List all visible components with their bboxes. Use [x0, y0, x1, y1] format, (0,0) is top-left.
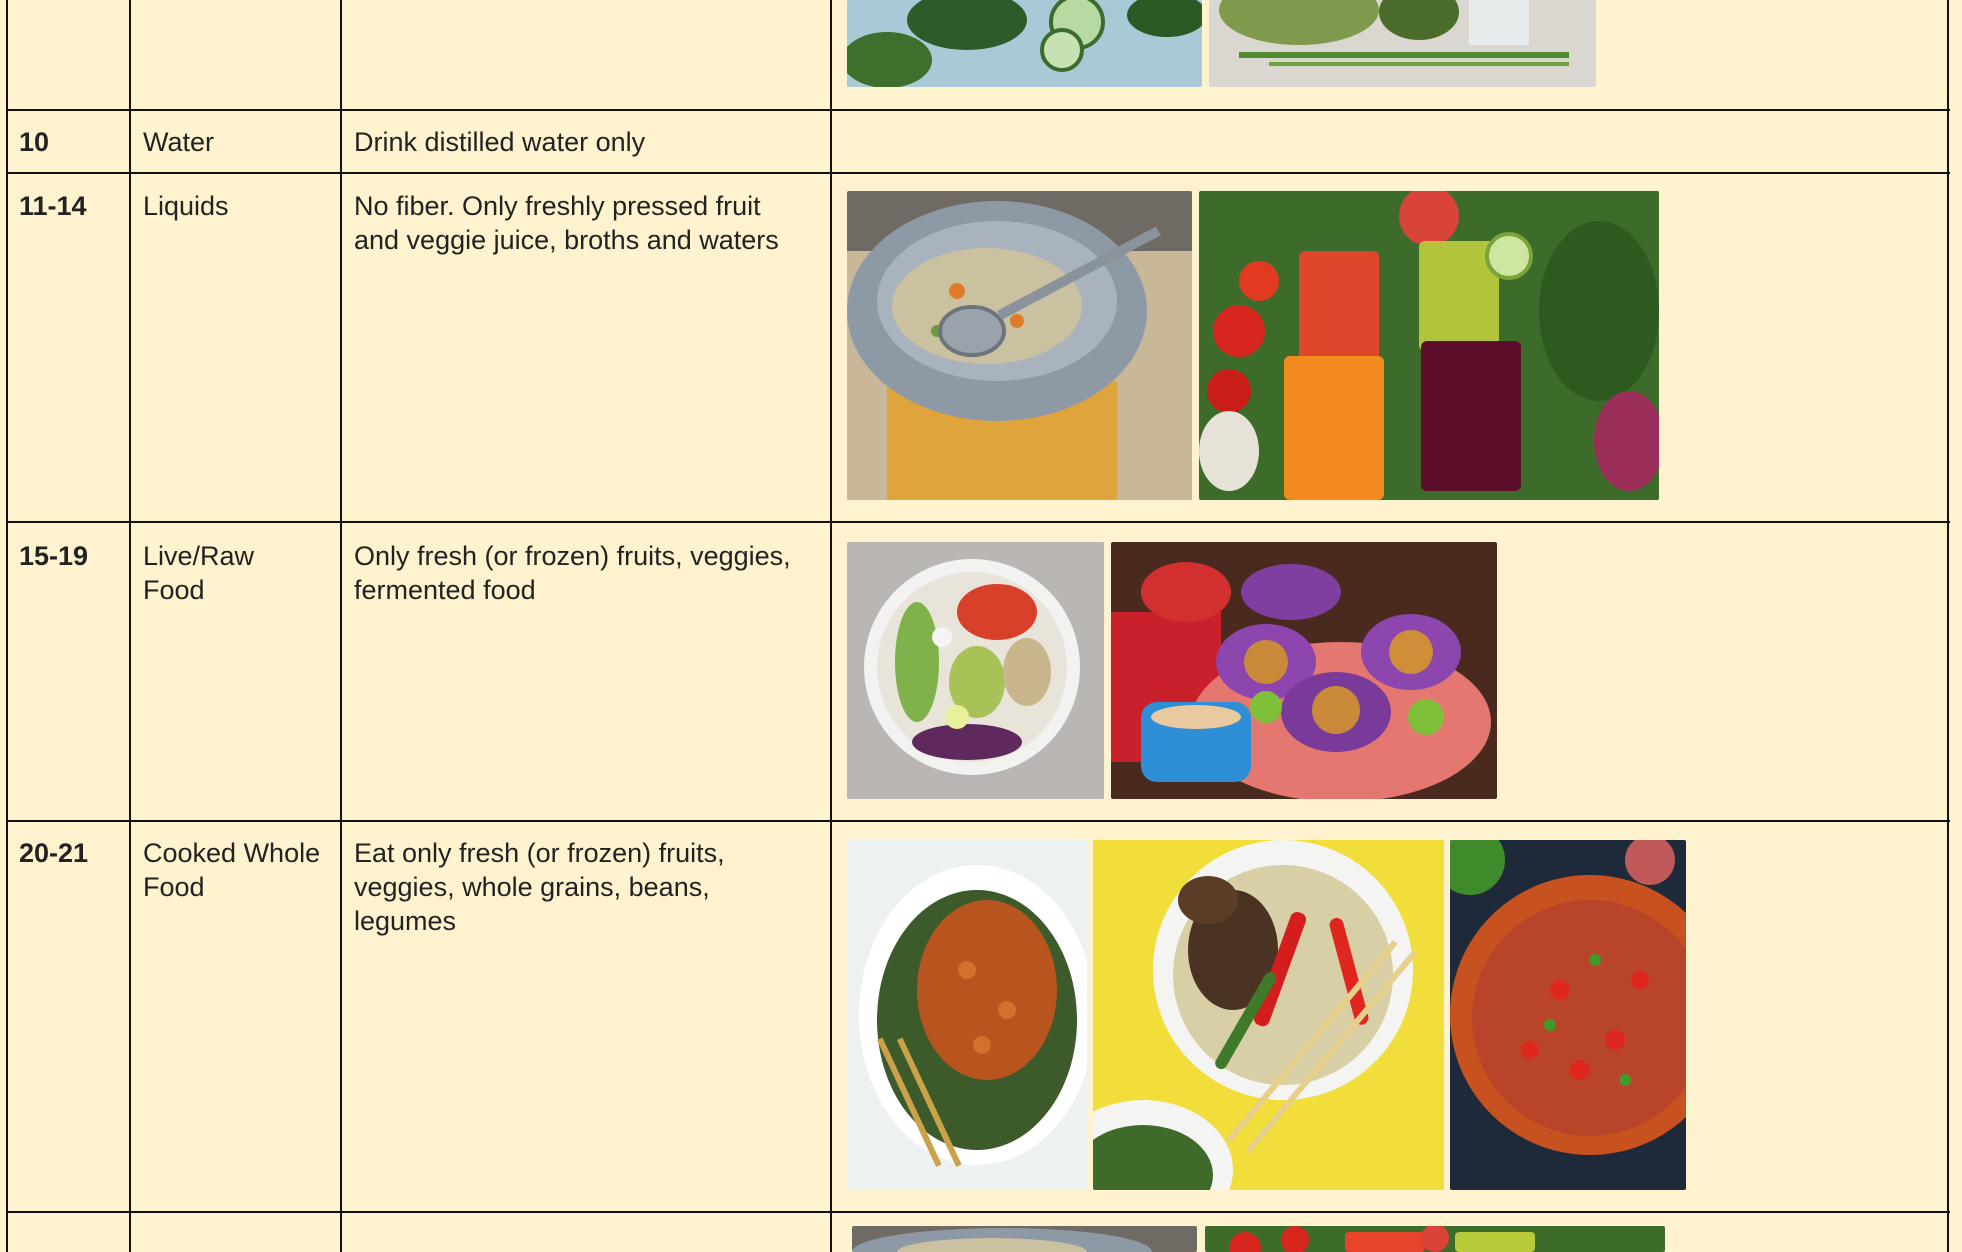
vegetables-image	[1209, 0, 1596, 87]
row-divider	[6, 521, 1950, 523]
phase-cell: Live/Raw Food	[143, 541, 255, 605]
phase-cell: Water	[143, 127, 215, 157]
vegetable-broth-strainer-image	[847, 191, 1192, 500]
fresh-juices-image	[1205, 1226, 1665, 1252]
day-cell: 11-14	[19, 191, 87, 221]
column-divider	[340, 0, 342, 1252]
raw-veggie-bowl-image	[847, 542, 1104, 799]
day-cell: 10	[19, 127, 50, 157]
day-cell: 15-19	[19, 541, 89, 571]
row-divider	[6, 1211, 1950, 1213]
column-divider	[830, 0, 832, 1252]
description-cell: Eat only fresh (or frozen) fruits, veggi…	[354, 838, 725, 936]
row-divider	[6, 172, 1950, 174]
vegetable-soup-image	[1450, 840, 1686, 1190]
phase-cell: Cooked Whole Food	[143, 838, 321, 902]
row-divider	[6, 109, 1950, 111]
column-divider	[129, 0, 131, 1252]
cabbage-lettuce-wraps-image	[1111, 542, 1497, 799]
vegetables-image	[847, 0, 1202, 87]
description-cell: Only fresh (or frozen) fruits, veggies, …	[354, 541, 791, 605]
meal-plan-table: 10 Water Drink distilled water only 11-1…	[0, 0, 1962, 1252]
day-cell: 20-21	[19, 838, 89, 868]
phase-cell: Liquids	[143, 191, 229, 221]
vegetable-broth-strainer-image	[852, 1226, 1197, 1252]
roasted-chickpea-kale-salad-image	[847, 840, 1087, 1190]
row-divider	[6, 820, 1950, 822]
column-divider	[1947, 0, 1949, 1252]
description-cell: No fiber. Only freshly pressed fruit and…	[354, 191, 779, 255]
fresh-juices-image	[1199, 191, 1659, 500]
column-divider	[6, 0, 8, 1252]
mushroom-pepper-stirfry-image	[1093, 840, 1444, 1190]
description-cell: Drink distilled water only	[354, 127, 646, 157]
